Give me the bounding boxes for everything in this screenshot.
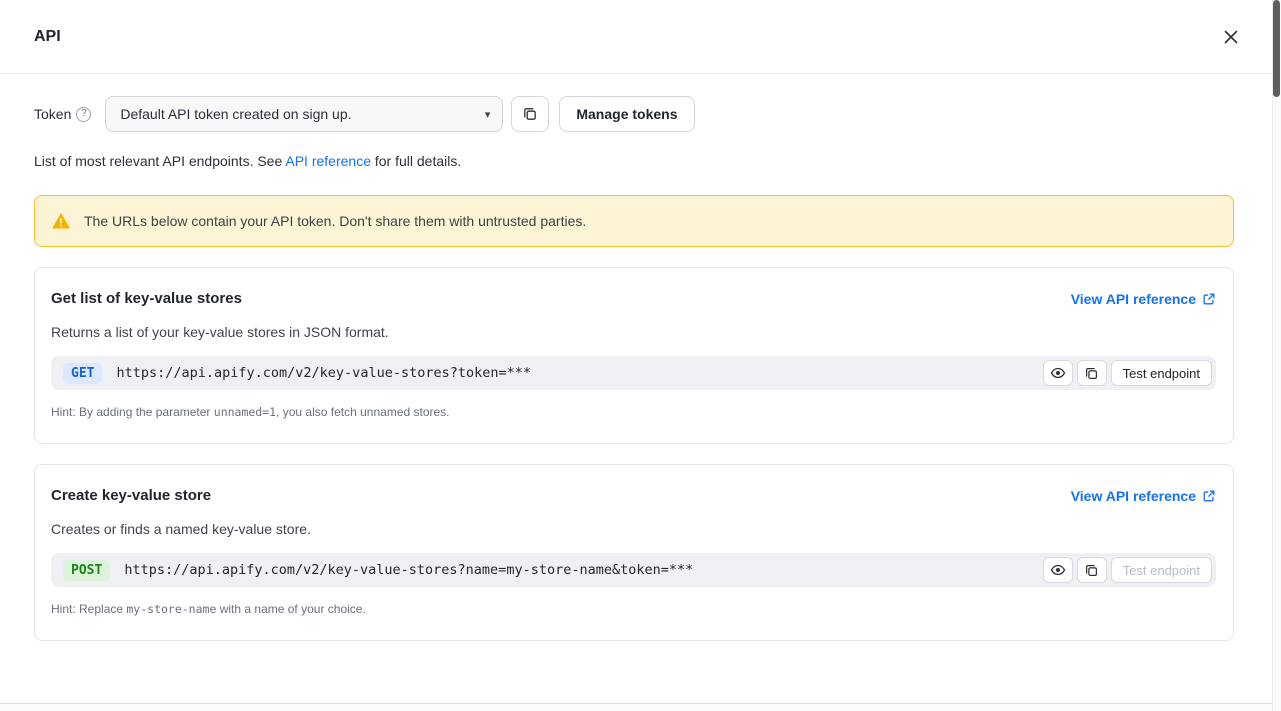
- card-description: Returns a list of your key-value stores …: [51, 324, 1216, 340]
- hint-text-before: Hint: By adding the parameter: [51, 405, 214, 419]
- reveal-token-button[interactable]: [1043, 557, 1073, 583]
- view-api-reference-label: View API reference: [1071, 291, 1196, 307]
- card-header: Create key-value store View API referenc…: [51, 487, 1216, 504]
- card-title: Create key-value store: [51, 487, 211, 504]
- close-icon: [1223, 29, 1239, 45]
- token-select[interactable]: Default API token created on sign up. ▾: [105, 96, 503, 132]
- warning-icon: [51, 211, 71, 231]
- endpoint-url: https://api.apify.com/v2/key-value-store…: [124, 562, 1038, 578]
- copy-url-button[interactable]: [1077, 557, 1107, 583]
- endpoint-url-bar: GET https://api.apify.com/v2/key-value-s…: [51, 356, 1216, 390]
- warning-banner: The URLs below contain your API token. D…: [34, 195, 1234, 247]
- intro-text-before: List of most relevant API endpoints. See: [34, 153, 285, 169]
- copy-icon: [1084, 366, 1099, 381]
- eye-icon: [1050, 365, 1066, 381]
- token-select-value: Default API token created on sign up.: [120, 106, 351, 122]
- endpoint-card-get-list: Get list of key-value stores View API re…: [34, 267, 1234, 444]
- chevron-down-icon: ▾: [485, 108, 491, 121]
- intro-text-after: for full details.: [371, 153, 461, 169]
- token-row: Token ? Default API token created on sig…: [34, 96, 1234, 132]
- reveal-token-button[interactable]: [1043, 360, 1073, 386]
- eye-icon: [1050, 562, 1066, 578]
- external-link-icon: [1202, 489, 1216, 503]
- hint-text-after: with a name of your choice.: [216, 602, 365, 616]
- modal-content: Token ? Default API token created on sig…: [0, 74, 1281, 641]
- close-button[interactable]: [1219, 25, 1243, 49]
- hint-text-before: Hint: Replace: [51, 602, 126, 616]
- view-api-reference-label: View API reference: [1071, 488, 1196, 504]
- endpoint-url: https://api.apify.com/v2/key-value-store…: [116, 365, 1038, 381]
- endpoint-url-bar: POST https://api.apify.com/v2/key-value-…: [51, 553, 1216, 587]
- hint-code: unnamed=1: [214, 405, 276, 419]
- copy-url-button[interactable]: [1077, 360, 1107, 386]
- token-label: Token: [34, 106, 71, 122]
- intro-text: List of most relevant API endpoints. See…: [34, 153, 1234, 169]
- copy-icon: [522, 106, 538, 122]
- copy-token-button[interactable]: [511, 96, 549, 132]
- external-link-icon: [1202, 292, 1216, 306]
- warning-text: The URLs below contain your API token. D…: [84, 213, 586, 229]
- http-method-badge: GET: [63, 363, 102, 384]
- card-title: Get list of key-value stores: [51, 290, 242, 307]
- view-api-reference-link[interactable]: View API reference: [1071, 488, 1216, 504]
- endpoint-card-create-store: Create key-value store View API referenc…: [34, 464, 1234, 641]
- modal-header: API: [0, 0, 1281, 74]
- copy-icon: [1084, 563, 1099, 578]
- hint-text-after: , you also fetch unnamed stores.: [276, 405, 449, 419]
- card-description: Creates or finds a named key-value store…: [51, 521, 1216, 537]
- scrollbar-thumb[interactable]: [1273, 0, 1280, 97]
- modal-title: API: [34, 28, 61, 46]
- view-api-reference-link[interactable]: View API reference: [1071, 291, 1216, 307]
- card-header: Get list of key-value stores View API re…: [51, 290, 1216, 307]
- manage-tokens-button[interactable]: Manage tokens: [559, 96, 694, 132]
- test-endpoint-button[interactable]: Test endpoint: [1111, 360, 1212, 386]
- test-endpoint-button[interactable]: Test endpoint: [1111, 557, 1212, 583]
- modal-bottom-edge: [0, 703, 1272, 711]
- hint-code: my-store-name: [126, 602, 216, 616]
- card-hint: Hint: Replace my-store-name with a name …: [51, 602, 1216, 616]
- http-method-badge: POST: [63, 560, 110, 581]
- api-reference-link[interactable]: API reference: [285, 153, 371, 169]
- card-hint: Hint: By adding the parameter unnamed=1,…: [51, 405, 1216, 419]
- help-icon[interactable]: ?: [76, 107, 91, 122]
- scrollbar[interactable]: [1272, 0, 1281, 711]
